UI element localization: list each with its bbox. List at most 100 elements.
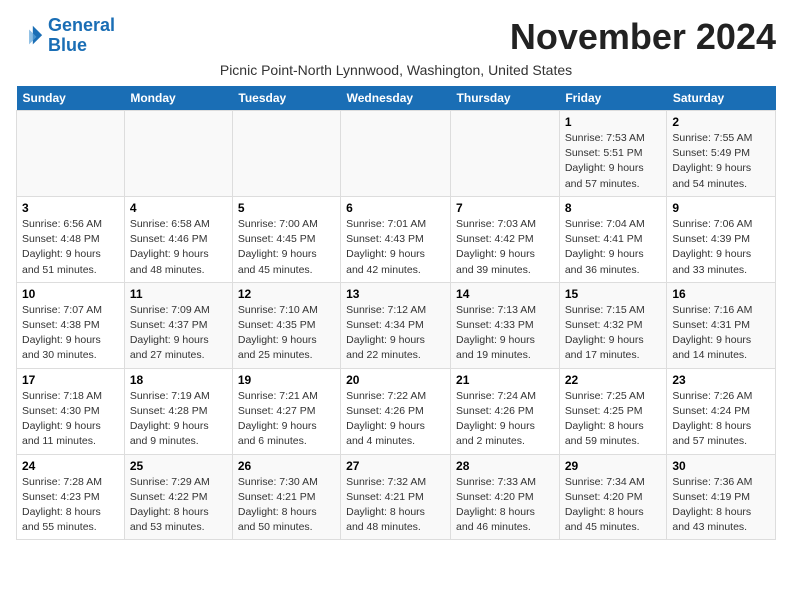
day-number: 28	[456, 459, 554, 473]
day-info: Sunrise: 7:03 AMSunset: 4:42 PMDaylight:…	[456, 217, 554, 278]
day-info: Sunrise: 7:15 AMSunset: 4:32 PMDaylight:…	[565, 303, 662, 364]
day-number: 15	[565, 287, 662, 301]
day-info: Sunrise: 7:12 AMSunset: 4:34 PMDaylight:…	[346, 303, 445, 364]
page-container: General Blue November 2024 Picnic Point-…	[16, 16, 776, 540]
day-number: 7	[456, 201, 554, 215]
table-row: 20Sunrise: 7:22 AMSunset: 4:26 PMDayligh…	[341, 368, 451, 454]
day-info: Sunrise: 7:34 AMSunset: 4:20 PMDaylight:…	[565, 475, 662, 536]
logo-text: General Blue	[48, 16, 115, 56]
day-info: Sunrise: 7:04 AMSunset: 4:41 PMDaylight:…	[565, 217, 662, 278]
day-number: 22	[565, 373, 662, 387]
table-row: 22 Sunrise: 7:25 AMSunset: 4:25 PMDayligh…	[559, 368, 667, 454]
table-row: 12 Sunrise: 7:10 AMSunset: 4:35 PMDayligh…	[232, 282, 340, 368]
day-number: 14	[456, 287, 554, 301]
day-number: 25	[130, 459, 227, 473]
day-info: Sunrise: 7:19 AMSunset: 4:28 PMDaylight:…	[130, 389, 227, 450]
subtitle: Picnic Point-North Lynnwood, Washington,…	[16, 62, 776, 78]
day-info: Sunrise: 7:06 AMSunset: 4:39 PMDaylight:…	[672, 217, 770, 278]
table-row	[451, 111, 560, 197]
table-row: 28 Sunrise: 7:33 AMSunset: 4:20 PMDayligh…	[451, 454, 560, 540]
day-info: Sunrise: 7:13 AMSunset: 4:33 PMDaylight:…	[456, 303, 554, 364]
day-number: 8	[565, 201, 662, 215]
table-row: 27Sunrise: 7:32 AMSunset: 4:21 PMDayligh…	[341, 454, 451, 540]
day-info: Sunrise: 7:25 AMSunset: 4:25 PMDaylight:…	[565, 389, 662, 450]
logo: General Blue	[16, 16, 115, 56]
day-info: Sunrise: 7:53 AMSunset: 5:51 PMDaylight:…	[565, 131, 662, 192]
table-row: 24 Sunrise: 7:28 AMSunset: 4:23 PMDayligh…	[17, 454, 125, 540]
table-row: 29 Sunrise: 7:34 AMSunset: 4:20 PMDayligh…	[559, 454, 667, 540]
table-row: 5 Sunrise: 7:00 AMSunset: 4:45 PMDaylight…	[232, 196, 340, 282]
day-number: 2	[672, 115, 770, 129]
day-number: 11	[130, 287, 227, 301]
col-wednesday: Wednesday	[341, 86, 451, 111]
day-number: 18	[130, 373, 227, 387]
day-number: 19	[238, 373, 335, 387]
table-row: 2 Sunrise: 7:55 AMSunset: 5:49 PMDaylight…	[667, 111, 776, 197]
day-number: 6	[346, 201, 445, 215]
day-info: Sunrise: 7:21 AMSunset: 4:27 PMDaylight:…	[238, 389, 335, 450]
table-row: 30 Sunrise: 7:36 AMSunset: 4:19 PMDayligh…	[667, 454, 776, 540]
calendar-week-row: 17Sunrise: 7:18 AMSunset: 4:30 PMDayligh…	[17, 368, 776, 454]
table-row: 6 Sunrise: 7:01 AMSunset: 4:43 PMDaylight…	[341, 196, 451, 282]
day-info: Sunrise: 7:09 AMSunset: 4:37 PMDaylight:…	[130, 303, 227, 364]
col-thursday: Thursday	[451, 86, 560, 111]
day-info: Sunrise: 7:33 AMSunset: 4:20 PMDaylight:…	[456, 475, 554, 536]
day-info: Sunrise: 7:16 AMSunset: 4:31 PMDaylight:…	[672, 303, 770, 364]
table-row: 17Sunrise: 7:18 AMSunset: 4:30 PMDayligh…	[17, 368, 125, 454]
table-row	[341, 111, 451, 197]
table-row: 25Sunrise: 7:29 AMSunset: 4:22 PMDayligh…	[124, 454, 232, 540]
table-row: 11 Sunrise: 7:09 AMSunset: 4:37 PMDayligh…	[124, 282, 232, 368]
table-row: 1Sunrise: 7:53 AMSunset: 5:51 PMDaylight…	[559, 111, 667, 197]
day-number: 24	[22, 459, 119, 473]
table-row: 16 Sunrise: 7:16 AMSunset: 4:31 PMDayligh…	[667, 282, 776, 368]
day-info: Sunrise: 7:01 AMSunset: 4:43 PMDaylight:…	[346, 217, 445, 278]
day-number: 27	[346, 459, 445, 473]
day-number: 21	[456, 373, 554, 387]
day-info: Sunrise: 7:07 AMSunset: 4:38 PMDaylight:…	[22, 303, 119, 364]
day-number: 13	[346, 287, 445, 301]
calendar-header-row: Sunday Monday Tuesday Wednesday Thursday…	[17, 86, 776, 111]
day-number: 16	[672, 287, 770, 301]
day-number: 29	[565, 459, 662, 473]
table-row: 23 Sunrise: 7:26 AMSunset: 4:24 PMDayligh…	[667, 368, 776, 454]
calendar-table: Sunday Monday Tuesday Wednesday Thursday…	[16, 86, 776, 540]
day-info: Sunrise: 7:10 AMSunset: 4:35 PMDaylight:…	[238, 303, 335, 364]
month-title: November 2024	[510, 16, 776, 58]
day-info: Sunrise: 7:24 AMSunset: 4:26 PMDaylight:…	[456, 389, 554, 450]
day-info: Sunrise: 7:00 AMSunset: 4:45 PMDaylight:…	[238, 217, 335, 278]
col-tuesday: Tuesday	[232, 86, 340, 111]
table-row: 26 Sunrise: 7:30 AMSunset: 4:21 PMDayligh…	[232, 454, 340, 540]
day-number: 12	[238, 287, 335, 301]
day-info: Sunrise: 7:26 AMSunset: 4:24 PMDaylight:…	[672, 389, 770, 450]
day-info: Sunrise: 7:30 AMSunset: 4:21 PMDaylight:…	[238, 475, 335, 536]
day-info: Sunrise: 6:58 AMSunset: 4:46 PMDaylight:…	[130, 217, 227, 278]
day-number: 4	[130, 201, 227, 215]
col-sunday: Sunday	[17, 86, 125, 111]
table-row	[124, 111, 232, 197]
col-friday: Friday	[559, 86, 667, 111]
day-number: 23	[672, 373, 770, 387]
calendar-week-row: 24 Sunrise: 7:28 AMSunset: 4:23 PMDayligh…	[17, 454, 776, 540]
logo-icon	[16, 22, 44, 50]
day-number: 5	[238, 201, 335, 215]
logo-line1: General	[48, 15, 115, 35]
day-number: 3	[22, 201, 119, 215]
table-row: 18 Sunrise: 7:19 AMSunset: 4:28 PMDayligh…	[124, 368, 232, 454]
table-row	[17, 111, 125, 197]
calendar-week-row: 10 Sunrise: 7:07 AMSunset: 4:38 PMDayligh…	[17, 282, 776, 368]
day-number: 10	[22, 287, 119, 301]
day-number: 9	[672, 201, 770, 215]
day-number: 26	[238, 459, 335, 473]
table-row: 3 Sunrise: 6:56 AMSunset: 4:48 PMDaylight…	[17, 196, 125, 282]
day-number: 30	[672, 459, 770, 473]
table-row: 8 Sunrise: 7:04 AMSunset: 4:41 PMDaylight…	[559, 196, 667, 282]
day-info: Sunrise: 6:56 AMSunset: 4:48 PMDaylight:…	[22, 217, 119, 278]
day-info: Sunrise: 7:28 AMSunset: 4:23 PMDaylight:…	[22, 475, 119, 536]
table-row: 9 Sunrise: 7:06 AMSunset: 4:39 PMDaylight…	[667, 196, 776, 282]
day-info: Sunrise: 7:55 AMSunset: 5:49 PMDaylight:…	[672, 131, 770, 192]
col-monday: Monday	[124, 86, 232, 111]
header-area: General Blue November 2024	[16, 16, 776, 58]
day-number: 20	[346, 373, 445, 387]
day-info: Sunrise: 7:36 AMSunset: 4:19 PMDaylight:…	[672, 475, 770, 536]
table-row	[232, 111, 340, 197]
